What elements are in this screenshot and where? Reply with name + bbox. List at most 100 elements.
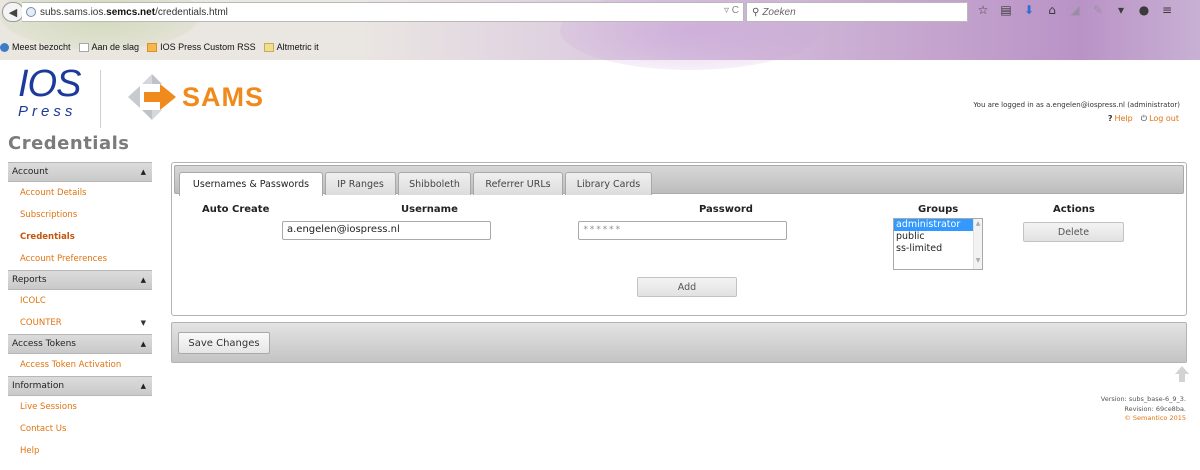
home-icon[interactable]: ⌂ [1045,3,1059,17]
column-header-password: Password [699,204,753,215]
group-option[interactable]: public [894,231,982,243]
copyright-link[interactable]: © Semantico 2015 [1101,414,1186,424]
collapse-icon: ▲ [140,168,146,176]
sidebar-section-title: Reports [12,275,47,285]
sidebar-item-account-details[interactable]: Account Details [8,182,152,204]
page-bookmark-icon [78,42,89,52]
folder-icon [263,42,274,52]
sidebar-section-information[interactable]: Information ▲ [8,376,152,396]
bookmark-item[interactable]: Aan de slag [78,42,140,52]
tab-ip-ranges[interactable]: IP Ranges [325,172,396,195]
help-link[interactable]: ? Help [1108,114,1133,124]
tab-usernames-passwords[interactable]: Usernames & Passwords [179,172,323,196]
groups-select[interactable]: administrator public ss-limited ▲ ▼ [893,218,983,270]
sidebar-item-live-sessions[interactable]: Live Sessions [8,396,152,418]
sidebar-item-contact-us[interactable]: Contact Us [8,418,152,440]
download-icon[interactable]: ⬇ [1022,3,1036,17]
scroll-to-top-icon[interactable] [1175,366,1189,382]
sidebar-item-label: COUNTER [20,318,62,328]
sidebar-section-title: Information [12,381,65,391]
scroll-up-icon: ▲ [975,220,981,227]
browser-search-input[interactable]: ⚲ Zoeken [746,2,968,22]
help-icon: ? [1107,114,1113,123]
tab-bar: Usernames & Passwords IP Ranges Shibbole… [174,165,1184,196]
sidebar-section-title: Account [12,167,49,177]
sidebar-item-label: Subscriptions [20,210,78,220]
header-links: ? Help ⏻ Log out [1108,114,1179,124]
scroll-down-icon: ▼ [975,257,981,264]
group-option[interactable]: ss-limited [894,243,982,255]
url-bar[interactable]: subs.sams.ios.semcs.net/credentials.html… [22,2,744,22]
logo-ios-text: IOS [18,63,81,105]
bookmark-label: IOS Press Custom RSS [160,42,256,52]
sidebar-item-help[interactable]: Help [8,440,152,462]
reading-list-icon[interactable]: ▤ [999,3,1013,17]
login-status: You are logged in as a.engelen@iospress.… [973,101,1180,109]
tab-referrer-urls[interactable]: Referrer URLs [473,172,563,195]
add-button[interactable]: Add [637,277,737,297]
logo-divider [100,70,101,128]
chat-icon[interactable]: ● [1137,3,1151,17]
tab-shibboleth[interactable]: Shibboleth [398,172,471,195]
sidebar-item-label: Credentials [20,232,75,242]
url-text: subs.sams.ios.semcs.net/credentials.html [40,7,228,18]
bookmark-item[interactable]: IOS Press Custom RSS [147,42,256,52]
sidebar-section-access-tokens[interactable]: Access Tokens ▲ [8,334,152,354]
sidebar-item-label: Access Token Activation [20,360,122,370]
bookmark-star-icon[interactable]: ☆ [976,3,990,17]
bookmark-label: Altmetric it [276,42,319,52]
browser-toolbar-icons: ☆ ▤ ⬇ ⌂ ◢ ✎ ▾ ● ≡ [976,3,1174,17]
version-info: Version: subs_base-6_9_3. Revision: 69ce… [1101,395,1186,424]
username-field[interactable]: a.engelen@iospress.nl [282,221,491,240]
sidebar-section-title: Access Tokens [12,339,76,349]
sidebar-item-account-preferences[interactable]: Account Preferences [8,248,152,270]
rss-icon [147,42,158,52]
extension-icon[interactable]: ◢ [1068,3,1082,17]
url-host-domain: semcs.net [106,6,156,18]
group-option[interactable]: administrator [894,219,982,231]
bookmarks-toolbar: Meest bezocht Aan de slag IOS Press Cust… [0,39,327,55]
sidebar-item-label: Account Preferences [20,254,108,264]
site-globe-icon [26,7,36,17]
bookmark-item[interactable]: Meest bezocht [0,42,71,52]
sidebar-item-access-token-activation[interactable]: Access Token Activation [8,354,152,376]
chevron-down-icon[interactable]: ▾ [1114,3,1128,17]
logout-label: Log out [1149,114,1179,123]
back-button[interactable]: ◀ [2,2,24,22]
sidebar-section-account[interactable]: Account ▲ [8,162,152,182]
search-placeholder: Zoeken [762,6,796,18]
save-bar: Save Changes [171,322,1187,363]
delete-button[interactable]: Delete [1023,222,1124,242]
groups-scrollbar[interactable]: ▲ ▼ [973,219,982,269]
sidebar-item-counter[interactable]: COUNTER ▼ [8,312,152,334]
sidebar-section-reports[interactable]: Reports ▲ [8,270,152,290]
sams-logo[interactable]: SAMS [126,72,264,122]
help-label: Help [1114,114,1133,123]
tab-library-cards[interactable]: Library Cards [565,172,652,195]
sidebar-item-label: Account Details [20,188,87,198]
sidebar-item-label: Contact Us [20,424,67,434]
menu-icon[interactable]: ≡ [1160,3,1174,17]
column-header-auto-create: Auto Create [202,204,270,215]
bookmark-label: Aan de slag [91,42,140,52]
sidebar-item-icolc[interactable]: ICOLC [8,290,152,312]
reload-icon[interactable]: ▿ C [724,5,739,16]
bookmark-label: Meest bezocht [12,42,71,52]
save-changes-button[interactable]: Save Changes [178,332,270,354]
sidebar-item-subscriptions[interactable]: Subscriptions [8,204,152,226]
sidebar-item-credentials[interactable]: Credentials [8,226,152,248]
column-header-username: Username [401,204,458,215]
logout-link[interactable]: ⏻ Log out [1141,114,1179,124]
password-field[interactable]: ****** [578,221,787,240]
back-arrow-icon: ◀ [8,5,18,19]
ios-press-logo[interactable]: IOS Press [18,63,88,124]
browser-chrome: ◀ subs.sams.ios.semcs.net/credentials.ht… [0,0,1200,70]
url-host-prefix: subs.sams.ios. [40,6,107,18]
revision-text: Revision: 69ce8ba. [1124,404,1186,413]
expand-icon: ▼ [140,319,146,327]
bookmark-item[interactable]: Altmetric it [263,42,319,52]
addon-icon[interactable]: ✎ [1091,3,1105,17]
page-title: Credentials [8,133,130,154]
sams-logo-text: SAMS [182,81,265,112]
star-bookmark-icon [0,42,9,52]
